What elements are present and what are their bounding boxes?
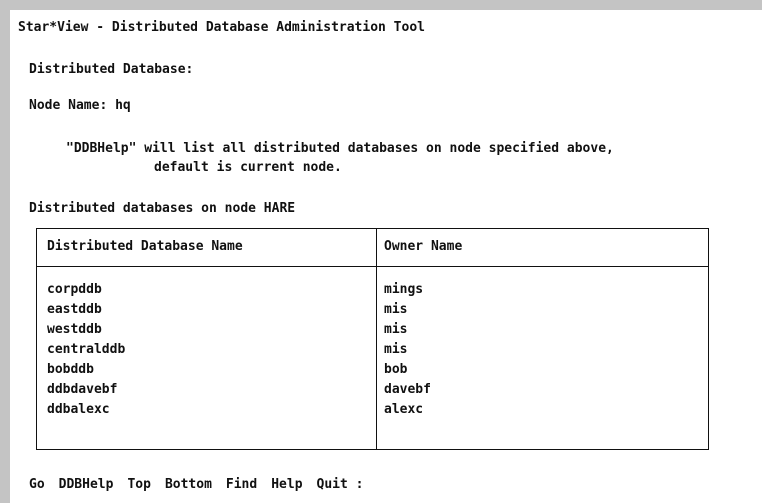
- node-name-value[interactable]: hq: [115, 98, 131, 113]
- menu-item-bottom[interactable]: Bottom: [165, 477, 212, 492]
- window-frame-top: [0, 0, 762, 10]
- table-row[interactable]: bobddb bob: [37, 360, 708, 380]
- menu-item-ddbhelp[interactable]: DDBHelp: [59, 477, 114, 492]
- help-text-line-2: default is current node.: [154, 160, 342, 175]
- owner-name-cell: davebf: [384, 382, 431, 397]
- distributed-database-field[interactable]: Distributed Database:: [29, 62, 193, 78]
- node-name-field[interactable]: Node Name: hq: [29, 98, 131, 114]
- menu-item-help[interactable]: Help: [271, 477, 302, 492]
- menu-item-find[interactable]: Find: [226, 477, 257, 492]
- owner-name-cell: mings: [384, 282, 424, 297]
- database-table: Distributed Database Name Owner Name cor…: [36, 228, 709, 450]
- table-row[interactable]: westddb mis: [37, 320, 708, 340]
- database-name-cell: corpddb: [47, 282, 102, 297]
- database-name-cell: ddbdavebf: [47, 382, 118, 397]
- window-title: Star*View - Distributed Database Adminis…: [18, 20, 425, 35]
- table-row[interactable]: ddbalexc alexc: [37, 400, 708, 420]
- help-text-line-1: "DDBHelp" will list all distributed data…: [66, 141, 614, 156]
- command-menu: Go DDBHelp Top Bottom Find Help Quit :: [29, 477, 364, 493]
- database-name-cell: centralddb: [47, 342, 126, 357]
- owner-name-cell: mis: [384, 302, 408, 317]
- menu-item-go[interactable]: Go: [29, 477, 45, 492]
- menu-item-top[interactable]: Top: [127, 477, 150, 492]
- database-name-cell: bobddb: [47, 362, 94, 377]
- owner-name-cell: alexc: [384, 402, 424, 417]
- database-name-cell: ddbalexc: [47, 402, 110, 417]
- owner-name-cell: mis: [384, 342, 408, 357]
- list-heading: Distributed databases on node HARE: [29, 201, 296, 216]
- table-row[interactable]: centralddb mis: [37, 340, 708, 360]
- window-frame-left: [0, 0, 10, 503]
- owner-name-cell: mis: [384, 322, 408, 337]
- column-header-database-name: Distributed Database Name: [47, 239, 243, 254]
- database-name-cell: eastddb: [47, 302, 102, 317]
- table-row[interactable]: ddbdavebf davebf: [37, 380, 708, 400]
- header-divider: [37, 266, 708, 267]
- node-name-label: Node Name:: [29, 98, 108, 113]
- database-name-cell: westddb: [47, 322, 102, 337]
- column-header-owner-name: Owner Name: [384, 239, 463, 254]
- owner-name-cell: bob: [384, 362, 408, 377]
- table-row[interactable]: corpddb mings: [37, 280, 708, 300]
- menu-prompt: :: [355, 477, 364, 492]
- menu-item-quit[interactable]: Quit: [317, 477, 348, 492]
- table-row[interactable]: eastddb mis: [37, 300, 708, 320]
- table-body: corpddb mings eastddb mis westddb mis ce…: [37, 280, 708, 420]
